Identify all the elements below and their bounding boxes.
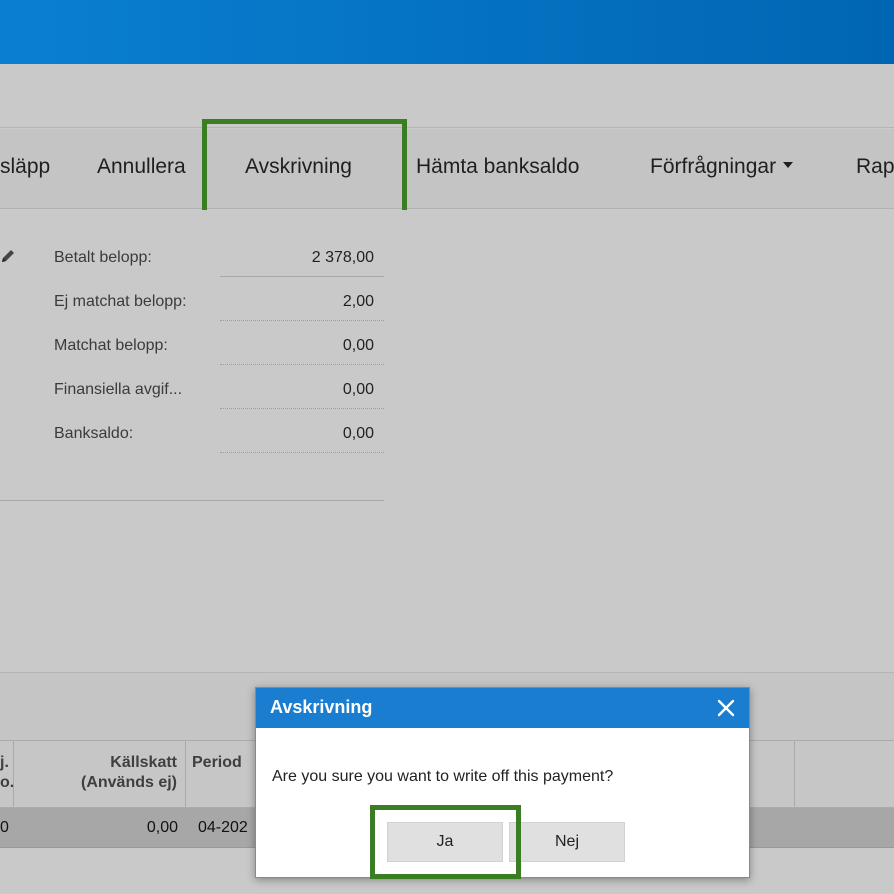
summary-row-financial-fees: Finansiella avgif... 0,00: [0, 342, 384, 409]
grid-header-period[interactable]: Period: [186, 741, 256, 807]
summary-row-bank-balance: Banksaldo: 0,00: [0, 386, 384, 453]
dialog-header: Avskrivning: [256, 688, 749, 728]
summary-row-matched-amount: Matchat belopp: 0,00: [0, 298, 384, 365]
close-icon[interactable]: [715, 697, 737, 719]
grid-header-divider: [794, 741, 795, 807]
grid-cell-col1: 0: [0, 819, 9, 836]
app-top-bar: [0, 0, 894, 64]
dialog-title: Avskrivning: [270, 697, 373, 717]
grid-cell-withholding-tax: 0,00: [146, 819, 178, 836]
summary-value: 0,00: [342, 425, 374, 442]
dialog-message: Are you sure you want to write off this …: [272, 768, 614, 785]
toolbar-inquiries-dropdown[interactable]: Förfrågningar: [650, 129, 794, 207]
action-toolbar: släpp Annullera Avskrivning Hämta banksa…: [0, 129, 894, 209]
grid-header-col1[interactable]: j. o.: [0, 741, 14, 807]
toolbar-fetch-bank-balance-button[interactable]: Hämta banksaldo: [416, 129, 579, 207]
grid-cell-period: 04-202: [198, 819, 248, 836]
grid-header-period-label: Period: [192, 754, 242, 771]
grid-header-withholding-tax[interactable]: Källskatt (Används ej): [14, 741, 186, 807]
page-header-bar: [0, 64, 894, 128]
grid-header-withholding-tax-line2: (Används ej): [80, 774, 177, 791]
no-button[interactable]: Nej: [509, 822, 625, 862]
toolbar-release-button[interactable]: släpp: [0, 129, 50, 207]
summary-label: Banksaldo:: [54, 425, 134, 442]
chevron-down-icon: [783, 162, 794, 169]
summary-divider: [0, 500, 384, 501]
grid-header-withholding-tax-line1: Källskatt: [110, 754, 177, 771]
summary-underline: [220, 452, 384, 453]
write-off-confirm-dialog: Avskrivning Are you sure you want to wri…: [255, 687, 750, 878]
summary-row-paid-amount: Betalt belopp: 2 378,00: [0, 210, 384, 277]
yes-button[interactable]: Ja: [387, 822, 503, 862]
toolbar-write-off-button[interactable]: Avskrivning: [245, 129, 352, 207]
toolbar-cancel-button[interactable]: Annullera: [97, 129, 186, 207]
summary-panel: Betalt belopp: 2 378,00 Ej matchat belop…: [0, 210, 894, 672]
summary-row-unmatched-amount: Ej matchat belopp: 2,00: [0, 254, 384, 321]
grid-header-col1-line2: o.: [0, 774, 15, 791]
toolbar-inquiries-label: Förfrågningar: [650, 155, 777, 178]
toolbar-reports-button[interactable]: Rap: [856, 129, 894, 207]
grid-header-col1-line1: j.: [0, 754, 9, 771]
